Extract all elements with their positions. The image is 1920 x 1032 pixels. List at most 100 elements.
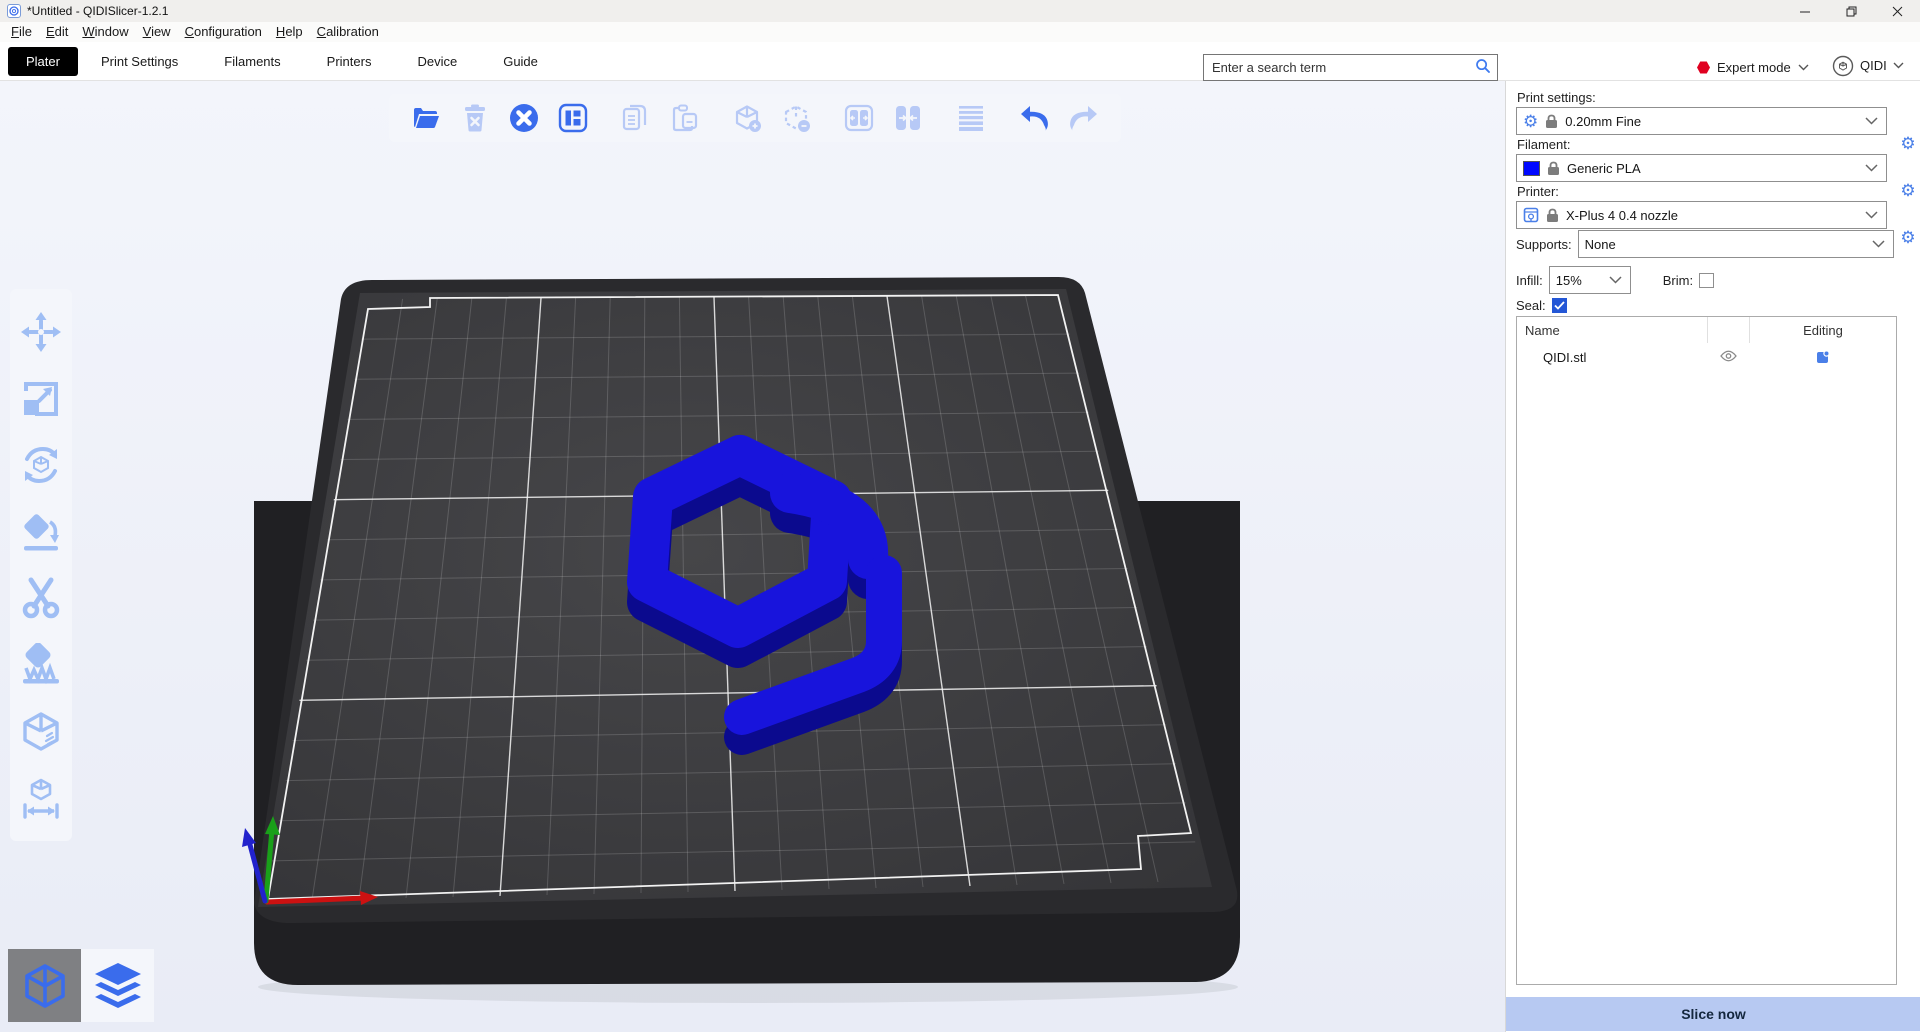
supports-label: Supports: [1516,237,1572,252]
add-instance-icon[interactable] [731,101,764,135]
print-settings-label: Print settings: [1517,90,1920,105]
measure-icon[interactable] [18,775,64,821]
menu-help[interactable]: Help [269,22,310,42]
print-settings-section: Print settings: ⚙ 0.20mm Fine ⚙ [1516,90,1920,135]
seal-label: Seal: [1516,298,1546,313]
paste-icon[interactable] [668,101,701,135]
menu-edit[interactable]: Edit [39,22,75,42]
3d-editor-icon [19,960,71,1012]
restore-button[interactable] [1828,0,1874,22]
tab-filaments[interactable]: Filaments [201,47,303,76]
menu-calibration[interactable]: Calibration [310,22,386,42]
paint-supports-icon[interactable] [18,642,64,688]
seal-checkbox[interactable] [1552,298,1567,313]
tab-device[interactable]: Device [394,47,480,76]
search-input[interactable] [1212,60,1475,75]
infill-combo[interactable]: 15% [1549,266,1631,294]
move-icon[interactable] [18,309,64,355]
account-label: QIDI [1860,58,1887,73]
settings-panel: Print settings: ⚙ 0.20mm Fine ⚙ Filament… [1505,81,1920,1032]
brim-checkbox[interactable] [1699,273,1714,288]
infill-brim-row: Infill: 15% Brim: [1516,266,1920,294]
chevron-down-icon [1893,62,1904,69]
lock-icon [1545,114,1558,129]
copy-icon[interactable] [619,101,652,135]
object-row-qidi-stl[interactable]: QIDI.stl [1517,343,1896,371]
close-button[interactable] [1874,0,1920,22]
tab-print-settings[interactable]: Print Settings [78,47,201,76]
column-visibility [1707,317,1749,343]
plater-toolbar [389,94,1121,142]
chevron-down-icon [1609,276,1622,284]
remove-instance-icon[interactable] [780,101,813,135]
seam-icon[interactable] [18,708,64,754]
variable-layer-height-icon[interactable] [954,101,987,135]
eye-icon[interactable] [1707,350,1749,365]
infill-label: Infill: [1516,273,1543,288]
object-name: QIDI.stl [1517,350,1707,365]
menu-file[interactable]: File [4,22,39,42]
supports-combo[interactable]: None [1578,230,1894,258]
menu-view[interactable]: View [136,22,178,42]
preview-view-button[interactable] [81,949,154,1022]
seal-row: Seal: [1516,298,1920,313]
lock-icon [1547,161,1560,176]
chevron-down-icon [1798,64,1809,71]
rotate-icon[interactable] [18,442,64,488]
viewport-3d[interactable] [0,81,1505,1032]
title-bar: *Untitled - QIDISlicer-1.2.1 [0,0,1920,22]
place-on-face-icon[interactable] [18,509,64,555]
chevron-down-icon [1865,164,1878,172]
chevron-down-icon [1865,211,1878,219]
printer-section: Printer: X-Plus 4 0.4 nozzle ⚙ [1516,184,1920,229]
chevron-down-icon [1872,240,1885,248]
mode-selector[interactable]: Expert mode [1697,54,1809,81]
split-parts-icon[interactable] [892,101,925,135]
search-icon[interactable] [1475,58,1491,77]
brim-label: Brim: [1663,273,1693,288]
tab-printers[interactable]: Printers [304,47,395,76]
chevron-down-icon [1865,117,1878,125]
menu-window[interactable]: Window [75,22,135,42]
undo-icon[interactable] [1017,101,1051,135]
lock-icon [1546,208,1559,223]
menu-bar: File Edit Window View Configuration Help… [0,22,1920,42]
slice-now-button[interactable]: Slice now [1506,997,1920,1031]
filament-combo[interactable]: Generic PLA [1516,154,1887,182]
account-menu[interactable]: QIDI [1832,52,1904,79]
scene-canvas [0,81,1505,1032]
infill-value: 15% [1556,273,1582,288]
edit-object-icon[interactable] [1749,350,1896,365]
printer-value: X-Plus 4 0.4 nozzle [1566,208,1678,223]
scale-icon[interactable] [18,376,64,422]
open-folder-icon[interactable] [409,101,442,135]
3d-editor-view-button[interactable] [8,949,81,1022]
axis-z-arrow [242,828,256,847]
delete-icon[interactable] [458,101,491,135]
cut-icon[interactable] [18,575,64,621]
split-objects-icon[interactable] [843,101,876,135]
redo-icon[interactable] [1067,101,1101,135]
tab-bar: Plater Print Settings Filaments Printers… [0,42,1920,81]
tab-plater[interactable]: Plater [8,47,78,76]
printer-combo[interactable]: X-Plus 4 0.4 nozzle [1516,201,1887,229]
printer-label: Printer: [1517,184,1920,199]
window-title: *Untitled - QIDISlicer-1.2.1 [27,4,168,18]
delete-all-icon[interactable] [507,101,540,135]
column-name: Name [1517,323,1707,338]
object-list-header: Name Editing [1517,317,1896,343]
tab-guide[interactable]: Guide [480,47,561,76]
minimize-button[interactable] [1782,0,1828,22]
menu-configuration[interactable]: Configuration [178,22,269,42]
supports-row: Supports: None [1516,230,1920,258]
qidi-logo-icon [1832,55,1854,77]
print-settings-value: 0.20mm Fine [1565,114,1641,129]
arrange-icon[interactable] [556,101,589,135]
filament-label: Filament: [1517,137,1920,152]
app-icon [7,4,21,18]
filament-color-swatch [1523,161,1540,176]
printer-icon [1523,207,1539,223]
object-list: Name Editing QIDI.stl [1516,316,1897,985]
search-box[interactable] [1203,54,1498,81]
print-settings-combo[interactable]: ⚙ 0.20mm Fine [1516,107,1887,135]
